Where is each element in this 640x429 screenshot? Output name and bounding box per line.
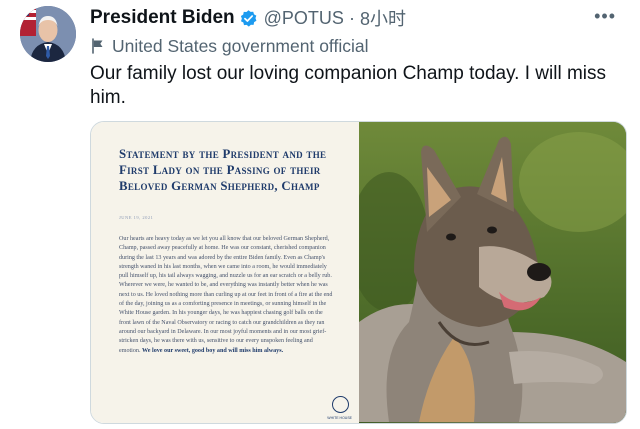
separator-dot: · bbox=[348, 7, 355, 28]
timestamp[interactable]: 8小时 bbox=[360, 5, 406, 31]
dog-photo bbox=[349, 122, 626, 423]
german-shepherd-photo bbox=[349, 122, 626, 423]
white-house-seal-icon bbox=[332, 396, 349, 413]
user-handle[interactable]: @POTUS bbox=[264, 8, 344, 29]
statement-body: Our hearts are heavy today as we let you… bbox=[119, 235, 334, 356]
statement-date: JUNE 19, 2021 bbox=[119, 215, 154, 220]
verified-badge-icon bbox=[240, 9, 257, 27]
display-name[interactable]: President Biden bbox=[90, 7, 235, 29]
seal-caption: WHITE HOUSE bbox=[327, 416, 352, 420]
statement-image: Statement by the President and the First… bbox=[91, 122, 359, 423]
government-label[interactable]: United States government official bbox=[90, 35, 368, 57]
avatar[interactable] bbox=[20, 6, 76, 62]
flag-icon bbox=[92, 38, 103, 54]
statement-closing: We love our sweet, good boy and will mis… bbox=[142, 347, 284, 354]
tweet-media[interactable]: Statement by the President and the First… bbox=[90, 121, 627, 424]
statement-body-text: Our hearts are heavy today as we let you… bbox=[119, 236, 333, 354]
tweet-header: President Biden @POTUS · 8小时 bbox=[90, 6, 406, 30]
avatar-photo bbox=[20, 6, 76, 62]
statement-title: Statement by the President and the First… bbox=[119, 147, 327, 193]
label-text: United States government official bbox=[112, 35, 369, 56]
tweet-text: Our family lost our loving companion Cha… bbox=[90, 63, 607, 108]
more-icon[interactable]: ••• bbox=[594, 6, 616, 27]
